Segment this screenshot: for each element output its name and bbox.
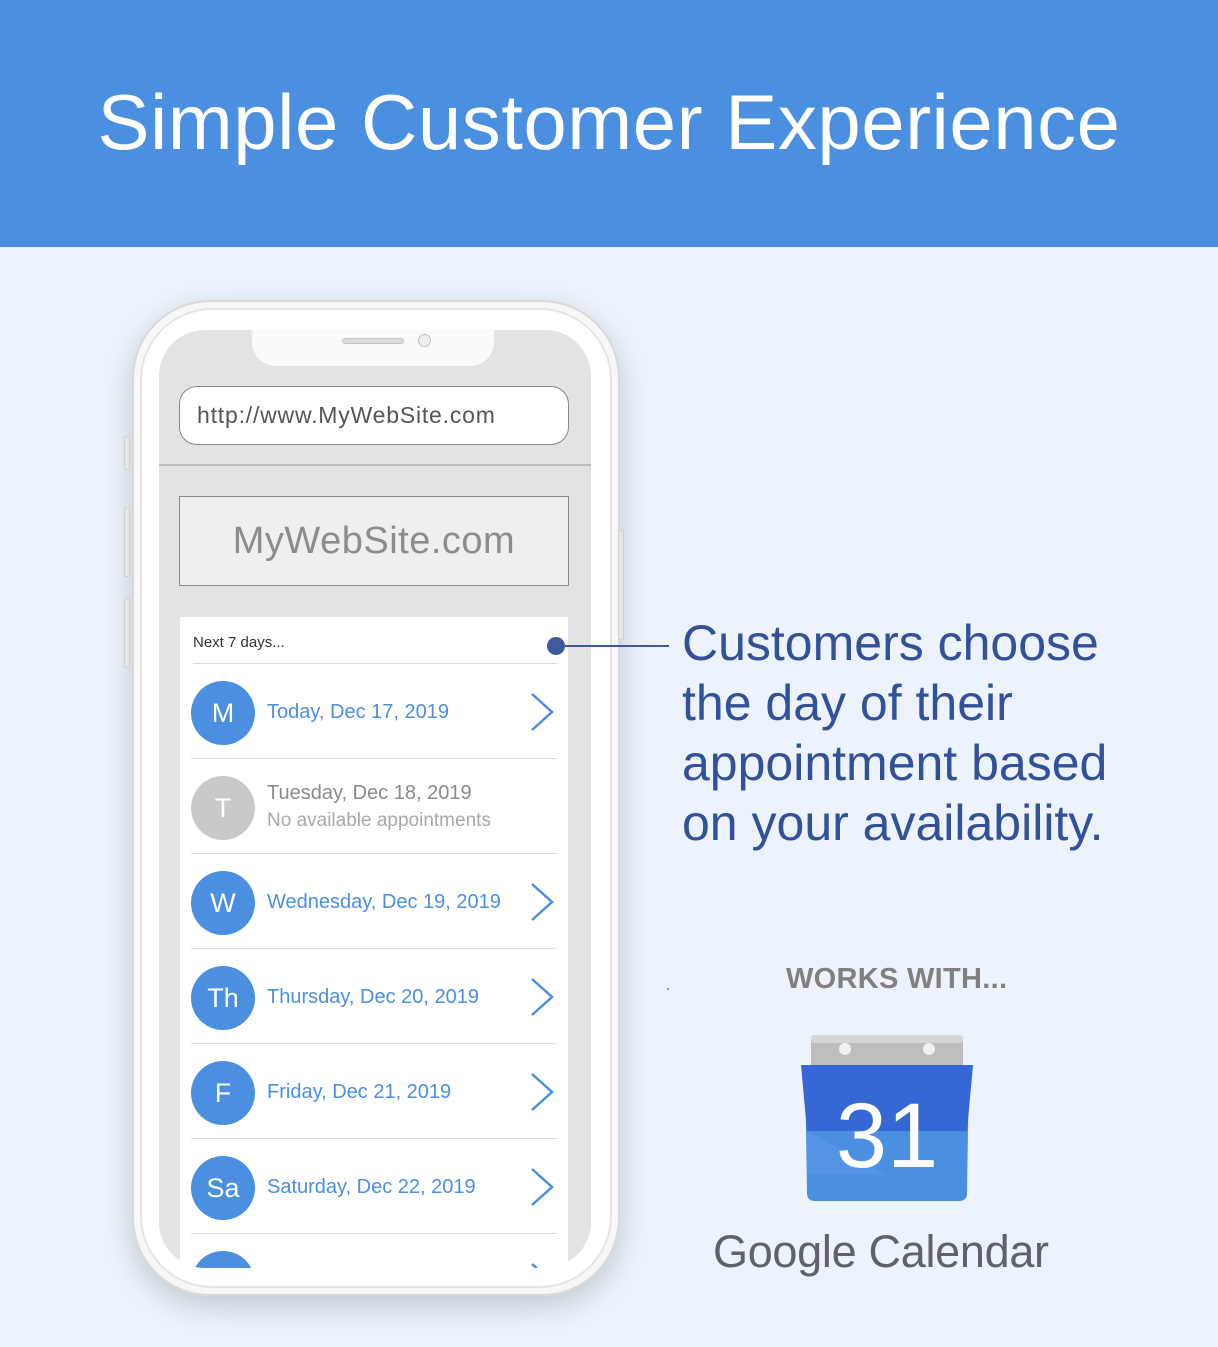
- phone-volume-down-button: [124, 598, 130, 668]
- day-list-card: Next 7 days... M Today, Dec 17, 2019 T T…: [180, 617, 568, 1268]
- chevron-right-icon[interactable]: [529, 1262, 555, 1268]
- list-item-day-3[interactable]: Th Thursday, Dec 20, 2019: [191, 949, 557, 1044]
- day-avatar: W: [191, 871, 255, 935]
- phone-power-button: [618, 530, 624, 640]
- day-avatar: T: [191, 776, 255, 840]
- day-label: Saturday, Dec 22, 2019: [267, 1176, 476, 1198]
- list-item-day-4[interactable]: F Friday, Dec 21, 2019: [191, 1044, 557, 1139]
- callout-line: Customers choose: [682, 615, 1099, 671]
- day-label: Tuesday, Dec 18, 2019: [267, 782, 472, 804]
- day-avatar: [191, 1251, 255, 1268]
- speaker-grille: [342, 338, 404, 344]
- list-item-day-2[interactable]: W Wednesday, Dec 19, 2019: [191, 854, 557, 949]
- phone-notch: [252, 330, 494, 366]
- callout-text: Customers choose the day of their appoin…: [682, 613, 1162, 853]
- site-name: MyWebSite.com: [232, 519, 516, 562]
- day-avatar: Th: [191, 966, 255, 1030]
- list-item-day-1: T Tuesday, Dec 18, 2019 No available app…: [191, 759, 557, 854]
- page-title: Simple Customer Experience: [97, 77, 1121, 166]
- day-label: Friday, Dec 21, 2019: [267, 1081, 452, 1103]
- camera-icon: [418, 334, 431, 347]
- day-label: Wednesday, Dec 19, 2019: [267, 891, 501, 913]
- divider: [159, 464, 591, 466]
- chevron-right-icon[interactable]: [529, 882, 555, 922]
- day-list-heading: Next 7 days...: [193, 617, 565, 664]
- list-item-day-5[interactable]: Sa Saturday, Dec 22, 2019: [191, 1139, 557, 1234]
- callout-line: on your availability.: [682, 795, 1104, 851]
- callout-connector-line: [551, 645, 669, 647]
- list-item-day-0[interactable]: M Today, Dec 17, 2019: [191, 664, 557, 759]
- phone-screen: http://www.MyWebSite.com MyWebSite.com N…: [159, 330, 591, 1268]
- availability-note: No available appointments: [267, 810, 491, 831]
- callout-line: appointment based: [682, 735, 1108, 791]
- day-label: Thursday, Dec 20, 2019: [267, 986, 479, 1008]
- day-avatar: F: [191, 1061, 255, 1125]
- google-calendar-icon: 31: [801, 1035, 973, 1201]
- callout-line: the day of their: [682, 675, 1013, 731]
- address-bar-url: http://www.MyWebSite.com: [197, 402, 496, 428]
- decorative-speck: [667, 988, 669, 990]
- chevron-right-icon[interactable]: [529, 692, 555, 732]
- chevron-right-icon[interactable]: [529, 977, 555, 1017]
- day-label: Today, Dec 17, 2019: [267, 701, 449, 723]
- chevron-right-icon[interactable]: [529, 1167, 555, 1207]
- day-avatar: M: [191, 681, 255, 745]
- site-banner: MyWebSite.com: [179, 496, 569, 586]
- address-bar[interactable]: http://www.MyWebSite.com: [179, 386, 569, 445]
- list-item-day-partial[interactable]: [191, 1234, 557, 1268]
- chevron-right-icon[interactable]: [529, 1072, 555, 1112]
- day-avatar: Sa: [191, 1156, 255, 1220]
- phone-side-button: [124, 436, 130, 470]
- calendar-day-number: 31: [836, 1085, 938, 1187]
- google-calendar-wordmark: Google Calendar: [713, 1226, 1073, 1278]
- works-with-label: WORKS WITH...: [786, 963, 1008, 995]
- day-list-heading-label: Next 7 days...: [193, 634, 285, 651]
- phone-volume-up-button: [124, 507, 130, 577]
- brand-google: Google: [713, 1226, 857, 1277]
- brand-product: Calendar: [868, 1226, 1050, 1277]
- header-banner: Simple Customer Experience: [0, 0, 1218, 247]
